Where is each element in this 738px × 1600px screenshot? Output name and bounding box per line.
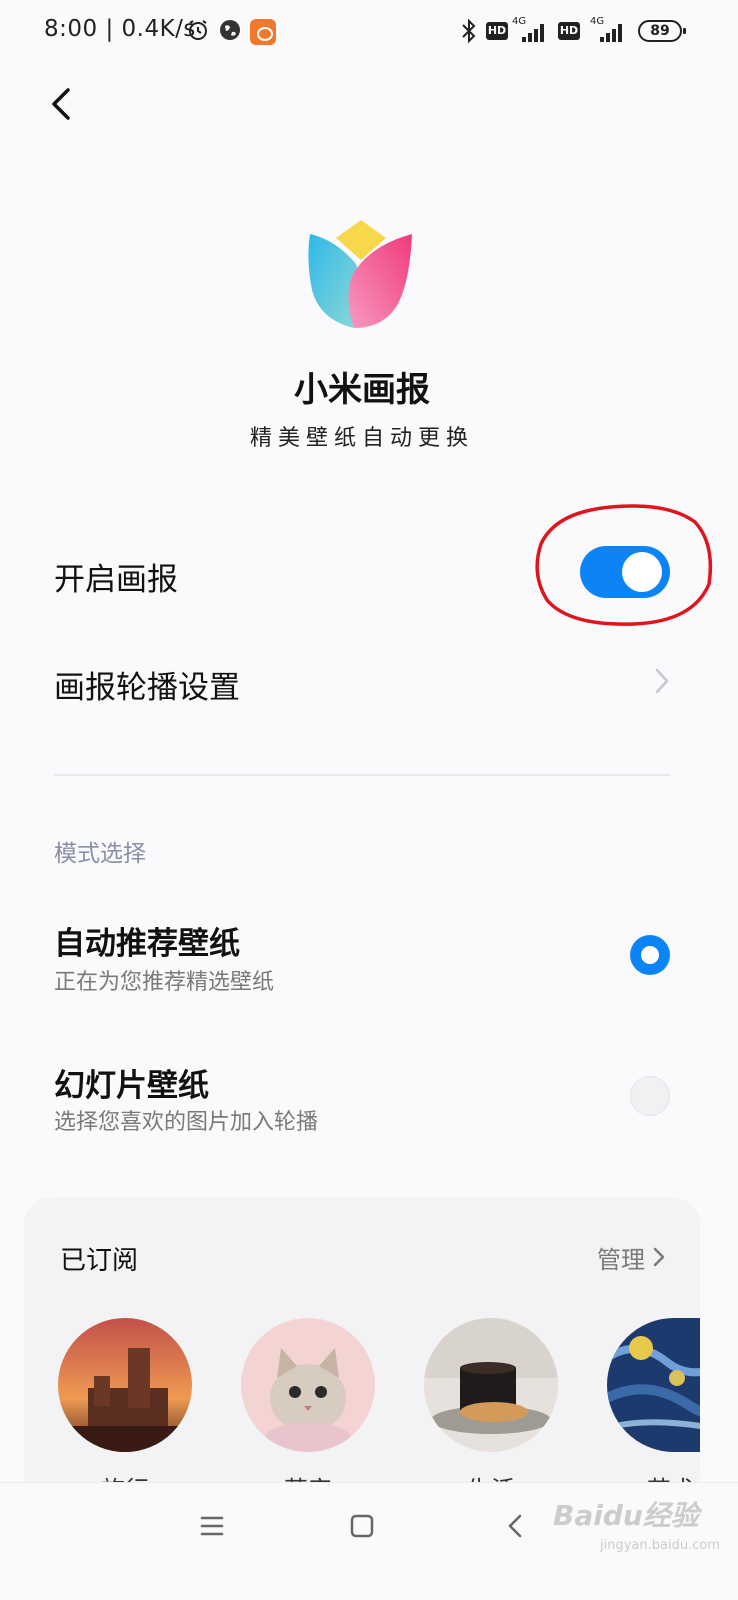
subscribed-title: 已订阅 <box>60 1246 139 1276</box>
auto-recommend-subtitle: 正在为您推荐精选壁纸 <box>54 970 275 995</box>
slideshow-radio[interactable] <box>630 1076 670 1116</box>
section-title-mode: 模式选择 <box>54 841 146 867</box>
enable-wallpaper-label: 开启画报 <box>54 562 178 598</box>
app-subtitle: 精美壁纸自动更换 <box>249 426 474 451</box>
divider <box>54 774 670 776</box>
menu-icon[interactable] <box>194 1508 230 1544</box>
back-arrow-icon[interactable] <box>38 80 86 128</box>
subscribed-item-travel[interactable] <box>58 1318 192 1452</box>
alarm-icon <box>189 20 207 40</box>
signal-icon <box>600 22 626 42</box>
red-circle-annotation <box>535 504 713 626</box>
chevron-right-icon[interactable] <box>652 666 672 696</box>
app-title: 小米画报 <box>294 370 430 410</box>
subscribed-item-life[interactable] <box>424 1318 558 1452</box>
back-icon[interactable] <box>498 1508 534 1544</box>
status-time-speed: 8:00 | 0.4K/s <box>44 16 196 42</box>
hd-badge-1: HD <box>486 22 508 40</box>
hd-badge-2: HD <box>558 22 580 40</box>
home-icon[interactable] <box>344 1508 380 1544</box>
manage-link[interactable]: 管理 <box>597 1240 645 1275</box>
battery-icon: 89 <box>638 20 686 42</box>
globe-icon <box>220 20 240 40</box>
bluetooth-icon <box>462 18 476 44</box>
app-badge-icon <box>250 19 276 45</box>
watermark-url: jingyan.baidu.com <box>600 1538 720 1553</box>
slideshow-title[interactable]: 幻灯片壁纸 <box>54 1060 209 1105</box>
auto-recommend-title[interactable]: 自动推荐壁纸 <box>54 918 240 963</box>
app-logo-icon <box>308 220 412 328</box>
subscribed-item-pets[interactable] <box>241 1318 375 1452</box>
slideshow-subtitle: 选择您喜欢的图片加入轮播 <box>54 1110 319 1135</box>
auto-recommend-radio[interactable] <box>630 935 670 975</box>
signal-icon <box>522 22 548 42</box>
watermark-brand: Baidu经验 <box>553 1499 699 1532</box>
carousel-settings-label[interactable]: 画报轮播设置 <box>54 662 240 707</box>
chevron-right-icon[interactable] <box>652 1245 666 1269</box>
